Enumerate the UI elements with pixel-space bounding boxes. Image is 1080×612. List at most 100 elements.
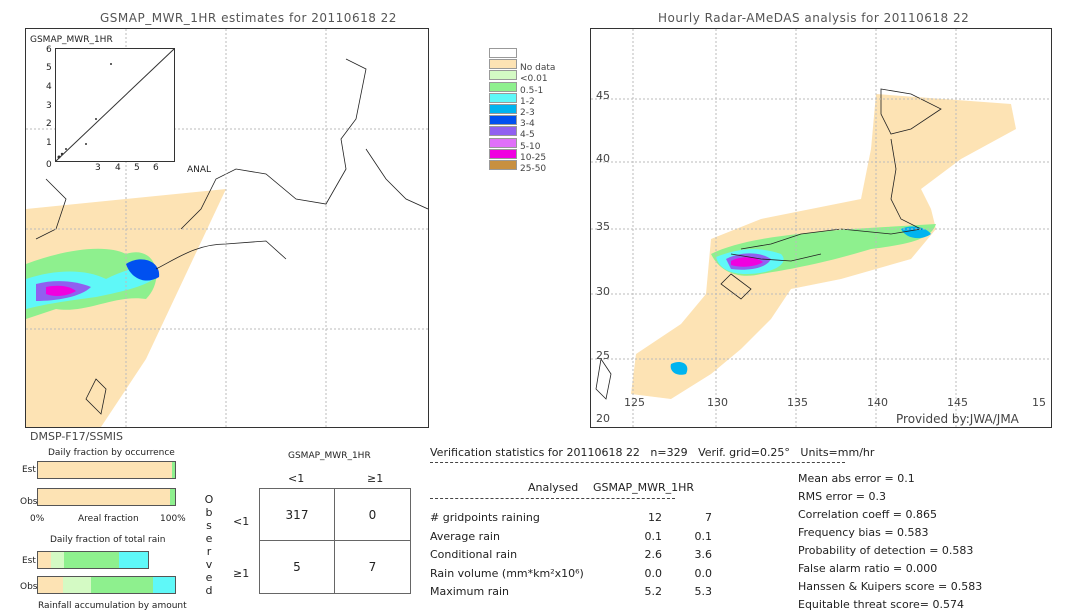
lat-label: 20 bbox=[596, 412, 610, 425]
est-occurrence-bar bbox=[37, 461, 176, 479]
inset-tick: 3 bbox=[46, 101, 52, 111]
legend-label: 2-3 bbox=[520, 108, 535, 118]
right-map-title: Hourly Radar-AMeDAS analysis for 2011061… bbox=[658, 11, 970, 25]
legend-swatch bbox=[489, 48, 517, 58]
lon-label: 125 bbox=[624, 396, 645, 409]
inset-tick: 2 bbox=[46, 119, 52, 129]
lat-label: 30 bbox=[596, 285, 610, 298]
legend-swatch bbox=[489, 59, 517, 70]
data-credit: Provided by:JWA/JMA bbox=[896, 412, 1019, 426]
no-rain-fill bbox=[38, 489, 171, 505]
stat-label: Maximum rain bbox=[430, 585, 509, 598]
lat-label: 25 bbox=[596, 349, 610, 362]
score: Frequency bias = 0.583 bbox=[798, 526, 929, 539]
score: Hanssen & Kuipers score = 0.583 bbox=[798, 580, 983, 593]
legend-label: 3-4 bbox=[520, 119, 535, 130]
axis-right: 100% bbox=[160, 514, 186, 524]
stat-label: Conditional rain bbox=[430, 548, 518, 561]
row-header: ≥1 bbox=[233, 567, 250, 580]
lon-label: 135 bbox=[787, 396, 808, 409]
score: Mean abs error = 0.1 bbox=[798, 472, 915, 485]
legend-label: No data bbox=[520, 63, 556, 74]
cell: 0 bbox=[335, 489, 410, 541]
legend-swatch bbox=[489, 81, 517, 92]
legend-label: 1-2 bbox=[520, 96, 535, 107]
stat-label: Rain volume (mm*km²x10⁶) bbox=[430, 566, 584, 580]
obs-label: Obs bbox=[20, 582, 38, 592]
legend-swatch bbox=[489, 137, 517, 148]
cell: 317 bbox=[260, 489, 335, 541]
right-map-graphic bbox=[591, 29, 1051, 427]
cell: 7 bbox=[368, 560, 377, 574]
lon-label: 130 bbox=[707, 396, 728, 409]
score: Correlation coeff = 0.865 bbox=[798, 508, 937, 521]
inset-tick: 6 bbox=[153, 163, 159, 173]
stat-analysed: 0.0 bbox=[644, 566, 663, 580]
col-est: GSMAP_MWR_1HR bbox=[593, 481, 695, 494]
stat-analysed: 0.1 bbox=[644, 529, 663, 543]
score: False alarm ratio = 0.000 bbox=[798, 562, 938, 575]
inset-tick: 4 bbox=[115, 163, 121, 173]
obs-occurrence-bar bbox=[37, 488, 176, 506]
est-label: Est bbox=[22, 556, 36, 566]
est-label: Est bbox=[22, 465, 36, 475]
obs-label: Obs bbox=[20, 497, 38, 507]
legend-label: 10-25 bbox=[520, 152, 547, 163]
stat-label: Average rain bbox=[430, 529, 500, 543]
observed-label: Observed bbox=[204, 493, 214, 597]
rain-fill bbox=[170, 489, 175, 505]
lat-label: 45 bbox=[596, 89, 610, 102]
legend-label: 5-10 bbox=[520, 141, 541, 152]
lon-label: 140 bbox=[867, 396, 888, 409]
score: RMS error = 0.3 bbox=[798, 490, 886, 503]
satellite-label: DMSP-F17/SSMIS bbox=[30, 430, 124, 443]
legend-swatch bbox=[489, 126, 517, 137]
legend-swatch bbox=[489, 115, 517, 126]
col-header: <1 bbox=[288, 472, 305, 485]
stat-analysed: 12 bbox=[648, 511, 662, 524]
inset-tick: 4 bbox=[46, 82, 52, 92]
inset-tick: 5 bbox=[46, 63, 52, 73]
score: Probability of detection = 0.583 bbox=[798, 544, 974, 557]
axis-left: 0% bbox=[30, 514, 45, 524]
legend-label: <0.01 bbox=[520, 74, 548, 85]
stat-label: # gridpoints raining bbox=[430, 511, 540, 524]
inset-ylabel: GSMAP_MWR_1HR bbox=[30, 35, 113, 45]
stat-analysed: 2.6 bbox=[644, 548, 663, 561]
stat-estimate: 3.6 bbox=[694, 548, 713, 561]
divider bbox=[430, 462, 845, 463]
legend-swatch bbox=[489, 160, 517, 170]
legend-label: 4-5 bbox=[520, 130, 535, 141]
legend-swatch bbox=[489, 92, 517, 103]
scatter-points bbox=[57, 63, 112, 159]
inset-tick: 5 bbox=[134, 163, 140, 173]
right-map bbox=[590, 28, 1052, 428]
occurrence-title: Daily fraction by occurrence bbox=[48, 448, 175, 458]
col-analysed: Analysed bbox=[528, 481, 579, 494]
legend-swatch bbox=[489, 148, 517, 159]
scatter-inset bbox=[55, 48, 175, 162]
total-rain-title: Daily fraction of total rain bbox=[50, 535, 166, 545]
total-rain-footer: Rainfall accumulation by amount bbox=[38, 601, 187, 611]
inset-tick: 0 bbox=[46, 160, 52, 170]
stat-estimate: 0.1 bbox=[694, 529, 713, 543]
contingency-title: GSMAP_MWR_1HR bbox=[288, 451, 371, 461]
stat-analysed: 5.2 bbox=[644, 585, 663, 598]
inset-xlabel: ANAL bbox=[187, 165, 212, 175]
row-header: <1 bbox=[233, 515, 250, 528]
legend-label: 25-50 bbox=[520, 164, 547, 174]
left-map-title: GSMAP_MWR_1HR estimates for 20110618 22 bbox=[100, 11, 397, 25]
divider bbox=[430, 498, 675, 499]
contingency-table: 317 0 5 7 bbox=[259, 488, 411, 594]
lon-label: 145 bbox=[947, 396, 968, 409]
inset-tick: 3 bbox=[95, 163, 101, 173]
legend-swatch bbox=[489, 104, 517, 114]
legend-label: 0.5-1 bbox=[520, 85, 544, 96]
stat-estimate: 7 bbox=[705, 511, 712, 524]
legend-swatch bbox=[489, 70, 517, 81]
col-header: ≥1 bbox=[367, 472, 384, 485]
est-total-rain-bar bbox=[37, 551, 149, 569]
axis-mid: Areal fraction bbox=[78, 514, 139, 524]
cell: 5 bbox=[260, 541, 335, 593]
inset-tick: 6 bbox=[46, 45, 52, 55]
